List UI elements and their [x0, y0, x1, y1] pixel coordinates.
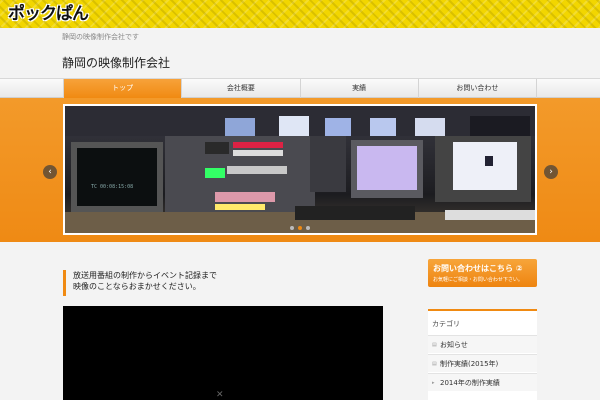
nav-item-works[interactable]: 実績: [301, 79, 419, 98]
category-item[interactable]: ▸ 2014年の制作実績: [428, 373, 537, 391]
list-bullet-icon: ▤: [432, 361, 437, 367]
contact-banner-title: お問い合わせはこちら ②: [433, 264, 523, 273]
main-nav-bar: トップ 会社概要 実績 お問い合わせ: [0, 78, 600, 98]
header-logo-bar: ポックぱん: [0, 0, 600, 28]
content-heading-line2: 映像のことならおまかせください。: [73, 282, 201, 291]
site-title[interactable]: 静岡の映像制作会社: [62, 54, 170, 71]
category-item[interactable]: ▤ 制作実績(2015年): [428, 354, 537, 372]
contact-banner-subtitle: お気軽にご相談・お問い合わせ下さい。: [433, 277, 523, 283]
nav-item-top[interactable]: トップ: [63, 79, 183, 98]
content-heading: 放送用番組の制作からイベント記録まで 映像のことならおまかせください。: [63, 270, 383, 296]
slide-image-control-room: TC 00:08:15:08: [65, 106, 535, 233]
category-item-label: 制作実績(2015年): [440, 360, 499, 368]
svg-text:TC 00:08:15:08: TC 00:08:15:08: [91, 184, 133, 190]
category-item[interactable]: ▤ お知らせ: [428, 335, 537, 353]
category-item-label: お知らせ: [440, 341, 468, 349]
nav-item-contact[interactable]: お問い合わせ: [419, 79, 537, 98]
slider-dot-3[interactable]: [306, 226, 310, 230]
chevron-right-icon: ▸: [432, 380, 435, 386]
video-logo-icon: ✕: [216, 390, 224, 400]
category-widget: カテゴリ ▤ お知らせ ▤ 制作実績(2015年) ▸ 2014年の制作実績: [428, 309, 537, 400]
slider-prev-button[interactable]: ‹: [43, 165, 57, 179]
site-logo[interactable]: ポックぱん: [4, 2, 92, 26]
hero-slider: TC 00:08:15:08: [63, 104, 537, 235]
control-room-illustration: TC 00:08:15:08: [65, 106, 535, 233]
category-widget-title: カテゴリ: [432, 320, 460, 328]
site-tagline: 静岡の映像制作会社です: [62, 33, 139, 41]
video-player[interactable]: ✕: [63, 306, 383, 400]
slider-dot-1[interactable]: [290, 226, 294, 230]
content-heading-line1: 放送用番組の制作からイベント記録まで: [73, 271, 217, 280]
slider-next-button[interactable]: ›: [544, 165, 558, 179]
nav-item-company[interactable]: 会社概要: [182, 79, 301, 98]
list-bullet-icon: ▤: [432, 342, 437, 348]
slider-dot-2[interactable]: [298, 226, 302, 230]
contact-banner[interactable]: お問い合わせはこちら ② お気軽にご相談・お問い合わせ下さい。: [428, 259, 537, 287]
main-nav: トップ 会社概要 実績 お問い合わせ: [63, 79, 537, 98]
category-item-label: 2014年の制作実績: [440, 379, 500, 387]
